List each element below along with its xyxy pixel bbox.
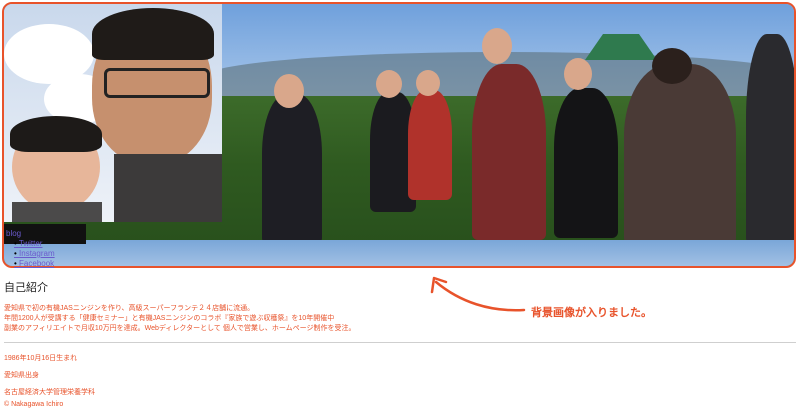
person	[746, 34, 794, 244]
copyright: © Nakagawa Ichiro	[4, 401, 64, 408]
hometown: 愛知県出身	[4, 372, 39, 379]
birthdate: 1986年10月16日生まれ	[4, 355, 78, 362]
person	[262, 94, 322, 244]
annotation-arrow-icon	[430, 276, 526, 312]
person-head	[376, 70, 402, 98]
social-links: Twitter Instagram Facebook	[6, 239, 55, 269]
nav-instagram-link[interactable]: Instagram	[14, 249, 55, 259]
person-head	[274, 74, 304, 108]
nav-blog-link[interactable]: blog	[6, 229, 55, 239]
person-head	[652, 48, 692, 84]
child-hair	[10, 116, 102, 152]
man-jacket	[114, 154, 222, 222]
glasses	[104, 68, 210, 98]
child-body	[12, 202, 102, 222]
nav-twitter-link[interactable]: Twitter	[14, 239, 55, 249]
site-nav: blog Twitter Instagram Facebook	[6, 229, 55, 269]
profile-heading: 自己紹介	[4, 282, 48, 294]
annotation-text: 背景画像が入りました。	[531, 306, 652, 319]
university: 名古屋経済大学管理栄養学科	[4, 389, 95, 396]
nav-facebook-link[interactable]: Facebook	[14, 259, 55, 269]
intro-line: 愛知県で初の有機JASニンジンを作り、高級スーパーフランテ２４店舗に流通。	[4, 305, 255, 312]
divider	[4, 342, 796, 343]
selfie-photo	[4, 4, 222, 222]
man-hair	[92, 8, 214, 60]
background-strip	[4, 240, 794, 266]
person	[624, 64, 736, 244]
person	[554, 88, 618, 238]
profile-facts: 1986年10月16日生まれ 愛知県出身 名古屋経済大学管理栄養学科	[4, 350, 95, 401]
person-head	[416, 70, 440, 96]
person	[472, 64, 546, 240]
intro-line: 年間1200人が受講する「健康セミナー」と有機JASニンジンのコラボ『家族で遊ぶ…	[4, 315, 335, 322]
person-head	[482, 28, 512, 64]
person	[408, 90, 452, 200]
hero-background-image	[2, 2, 796, 268]
person-head	[564, 58, 592, 90]
intro-line: 副業のアフィリエイトで月収10万円を達成。Webディレクターとして 個人で営業し…	[4, 325, 356, 332]
profile-intro: 愛知県で初の有機JASニンジンを作り、高級スーパーフランテ２４店舗に流通。 年間…	[4, 304, 356, 334]
